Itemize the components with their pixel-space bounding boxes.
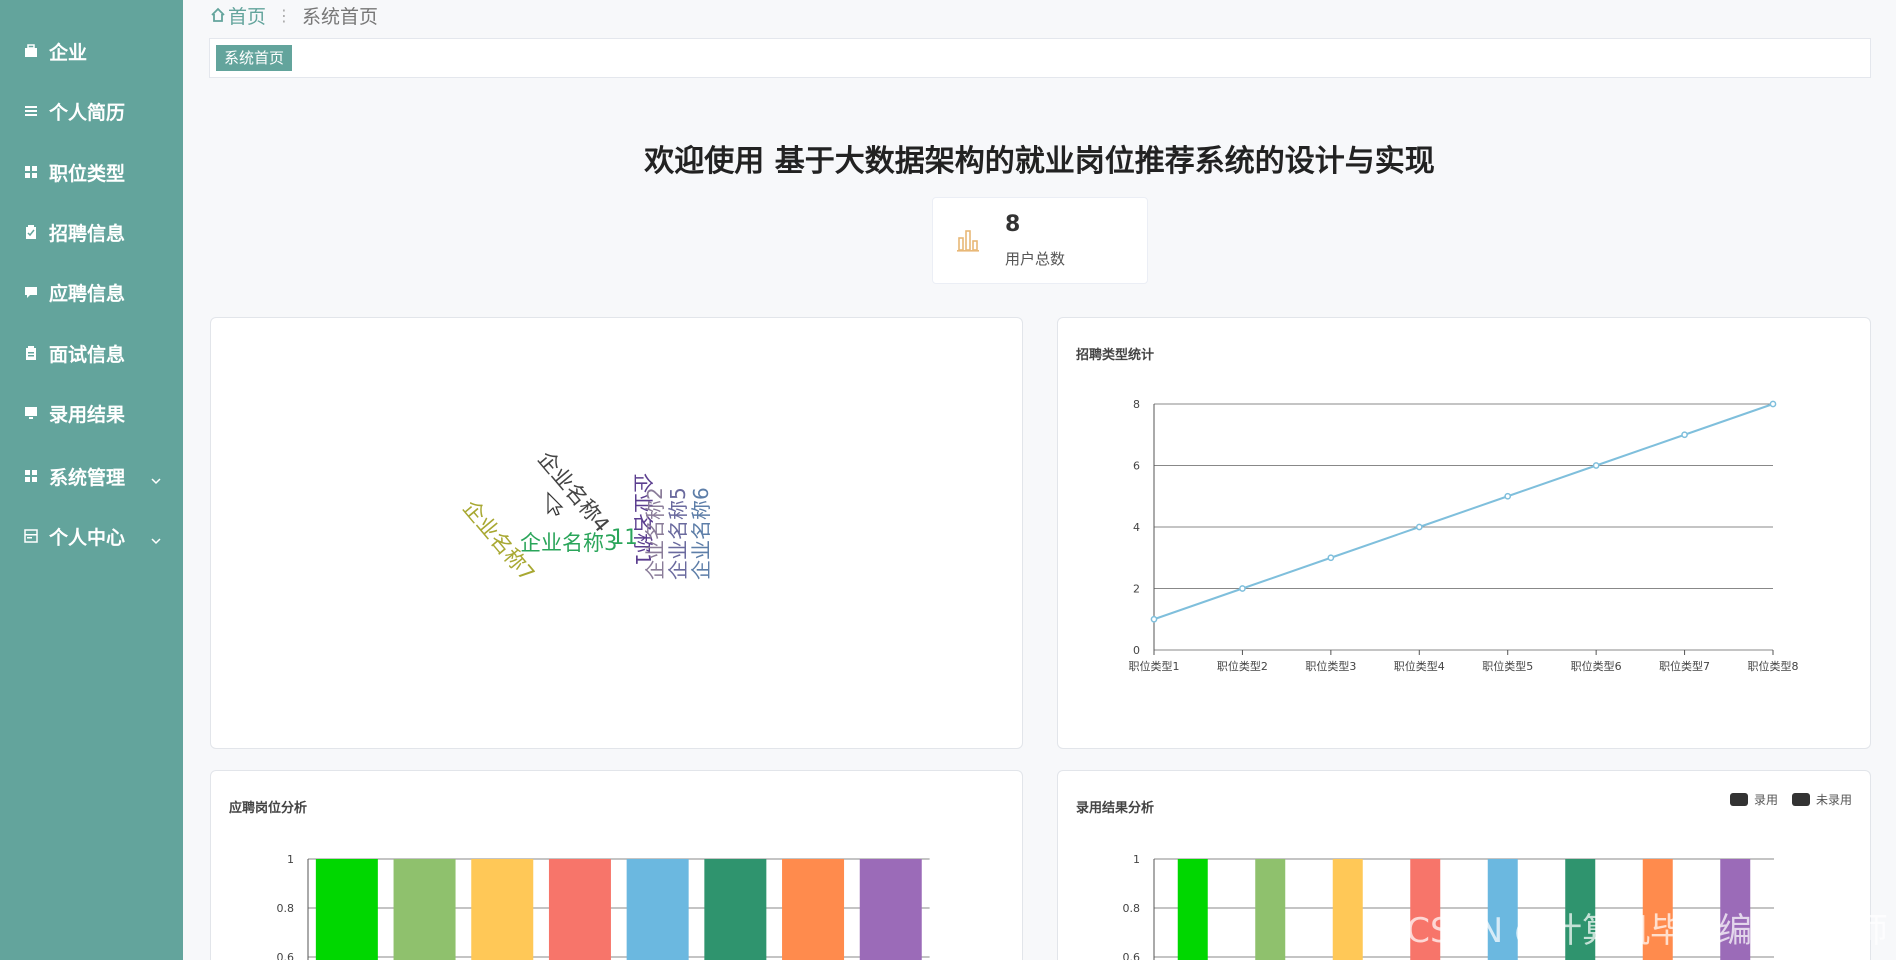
sidebar-item-enterprise[interactable]: 企业 — [0, 29, 183, 73]
bar — [1332, 859, 1363, 960]
sidebar-item-resume[interactable]: 个人简历 — [0, 89, 183, 133]
sidebar-item-label: 面试信息 — [49, 343, 126, 366]
sidebar-item-label: 录用结果 — [49, 403, 126, 426]
y-tick-label: 0 — [1133, 644, 1140, 657]
wordcloud-word: 企业名称3 — [520, 531, 617, 555]
y-tick-label: 1 — [1133, 853, 1140, 866]
wordcloud-svg: 企业名称4 企业名称7 企业名称3 11 企业名称1 企业名称2 企业名称5 企… — [458, 447, 713, 586]
y-tick-label: 8 — [1133, 398, 1140, 411]
watermark: CSDN @计算机毕设编程指导师 — [1406, 911, 1888, 951]
bar — [626, 859, 689, 960]
sidebar: 企业 个人简历 职位类型 招聘信息 应聘信息 面试信息 录用结果 系统管理 个人… — [0, 0, 183, 960]
sidebar-item-system-management[interactable]: 系统管理 — [0, 454, 183, 498]
x-tick-label: 职位类型5 — [1482, 659, 1533, 673]
y-tick-label: 4 — [1133, 521, 1140, 534]
y-tick-label: 0.6 — [1123, 951, 1141, 960]
sidebar-item-label: 职位类型 — [49, 162, 126, 185]
y-tick-label: 0.8 — [277, 902, 295, 915]
tab-system-home[interactable]: 系统首页 — [216, 45, 293, 71]
tab-bar: 系统首页 — [209, 38, 1871, 78]
sidebar-item-hiring-result[interactable]: 录用结果 — [0, 391, 183, 435]
line-chart-panel: 招聘类型统计 0 2 4 6 8 职位类型1 职位类型2 职位类型3 职位类型4 职位类型5 职位类… — [1057, 317, 1871, 749]
grid-icon — [23, 468, 39, 484]
sidebar-item-label: 应聘信息 — [49, 282, 126, 305]
sidebar-item-label: 招聘信息 — [49, 222, 126, 245]
series-line — [1153, 403, 1774, 621]
bar — [782, 859, 845, 960]
x-tick-label: 职位类型6 — [1571, 659, 1622, 673]
bar — [315, 859, 378, 960]
sidebar-item-label: 系统管理 — [49, 466, 126, 489]
chevron-down-icon — [151, 468, 161, 490]
data-point — [1415, 523, 1423, 531]
sidebar-item-application[interactable]: 应聘信息 — [0, 270, 183, 314]
bar-chart-svg: 1 0.8 0.6 — [277, 853, 930, 960]
document-icon — [23, 345, 39, 361]
sidebar-item-label: 个人简历 — [49, 101, 126, 124]
wordcloud-word: 企业名称6 — [689, 487, 713, 580]
grid-icon — [23, 164, 39, 180]
data-point — [1681, 431, 1688, 439]
sidebar-item-recruitment[interactable]: 招聘信息 — [0, 210, 183, 254]
chevron-down-icon — [151, 528, 161, 550]
data-point — [1504, 492, 1512, 500]
user-card-icon — [23, 528, 39, 544]
chat-icon — [23, 284, 39, 300]
x-tick-label: 职位类型1 — [1129, 659, 1180, 673]
home-icon — [210, 7, 226, 23]
data-point — [1769, 400, 1777, 408]
sidebar-item-interview[interactable]: 面试信息 — [0, 331, 183, 375]
breadcrumb: 首页 ⋮ 系统首页 — [210, 2, 378, 28]
stat-card-users: 8 用户总数 — [932, 197, 1148, 284]
y-tick-label: 0.6 — [277, 951, 295, 960]
mouse-cursor-icon — [547, 491, 564, 516]
stat-label: 用户总数 — [1005, 250, 1066, 268]
line-chart-svg: 0 2 4 6 8 职位类型1 职位类型2 职位类型3 职位类型4 职位类型5 职位类型6 职位类型7… — [1129, 398, 1799, 673]
stat-value: 8 — [1005, 212, 1021, 237]
wordcloud-word: 企业名称2 — [643, 487, 667, 580]
x-tick-label: 职位类型8 — [1748, 659, 1799, 673]
bar — [1177, 859, 1208, 960]
bar — [548, 859, 611, 960]
wordcloud-panel: 企业名称4 企业名称7 企业名称3 11 企业名称1 企业名称2 企业名称5 企… — [210, 317, 1023, 749]
sidebar-item-label: 企业 — [49, 41, 88, 64]
breadcrumb-home-label: 首页 — [228, 5, 267, 28]
bar — [859, 859, 922, 960]
list-icon — [23, 103, 39, 119]
data-point — [1150, 615, 1158, 623]
application-bar-panel: 应聘岗位分析 1 0.8 0.6 — [210, 770, 1023, 960]
data-point — [1592, 462, 1600, 469]
data-point — [1239, 585, 1246, 592]
wordcloud-word: 企业名称5 — [666, 487, 690, 580]
x-tick-label: 职位类型3 — [1305, 659, 1356, 673]
bar — [1255, 859, 1286, 960]
y-tick-label: 2 — [1133, 583, 1140, 596]
wordcloud-word: 企业名称4 — [533, 447, 614, 537]
breadcrumb-separator-icon: ⋮ — [276, 5, 293, 25]
x-tick-label: 职位类型4 — [1394, 659, 1445, 673]
y-tick-label: 0.8 — [1123, 902, 1141, 915]
breadcrumb-home[interactable]: 首页 — [210, 2, 266, 29]
monitor-icon — [23, 405, 39, 421]
briefcase-icon — [23, 43, 39, 59]
page-title: 欢迎使用 基于大数据架构的就业岗位推荐系统的设计与实现 — [644, 144, 1435, 179]
breadcrumb-current: 系统首页 — [302, 5, 379, 28]
bar — [471, 859, 534, 960]
bar — [704, 859, 767, 960]
sidebar-item-label: 个人中心 — [49, 526, 126, 549]
sidebar-item-personal-center[interactable]: 个人中心 — [0, 514, 183, 558]
data-point — [1327, 554, 1335, 562]
y-tick-label: 6 — [1133, 460, 1140, 473]
bar — [393, 859, 456, 960]
y-tick-label: 1 — [287, 853, 294, 866]
x-tick-label: 职位类型2 — [1217, 659, 1268, 673]
sidebar-item-job-type[interactable]: 职位类型 — [0, 150, 183, 194]
clipboard-icon — [23, 224, 39, 240]
x-tick-label: 职位类型7 — [1659, 659, 1710, 673]
bar-chart-icon — [957, 228, 979, 256]
